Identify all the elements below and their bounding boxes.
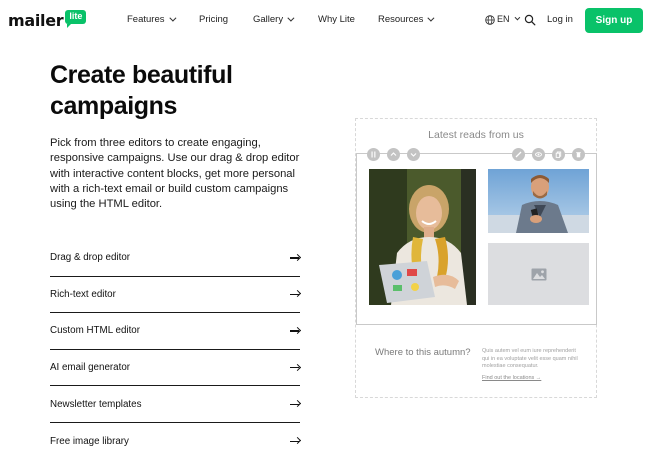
delete-icon[interactable] — [572, 148, 585, 161]
teaser-link[interactable]: Find out the locations → — [482, 375, 541, 381]
top-navigation: mailer lite Features Pricing Gallery Why… — [0, 0, 650, 42]
chevron-down-icon — [168, 14, 176, 22]
feature-link-drag-drop-editor[interactable]: Drag & drop editor — [50, 240, 300, 277]
arrow-right-icon — [290, 364, 300, 372]
nav-item-gallery[interactable]: Gallery — [253, 14, 295, 25]
arrow-right-icon — [290, 290, 300, 298]
hero-description: Pick from three editors to create engagi… — [50, 137, 300, 211]
nav-item-features[interactable]: Features — [127, 14, 176, 25]
arrow-right-icon — [290, 400, 300, 408]
logo-badge: lite — [65, 10, 87, 28]
chevron-down-icon — [287, 14, 295, 22]
feature-label: Drag & drop editor — [50, 252, 131, 264]
nav-item-label: Pricing — [199, 14, 229, 25]
feature-link-free-image-library[interactable]: Free image library — [50, 423, 300, 460]
feature-link-custom-html-editor[interactable]: Custom HTML editor — [50, 313, 300, 350]
image-icon — [531, 268, 546, 280]
language-label: EN — [497, 14, 510, 24]
move-down-icon[interactable] — [407, 148, 420, 161]
nav-item-label: Features — [127, 14, 165, 25]
globe-icon[interactable] — [485, 15, 495, 25]
feature-label: Custom HTML editor — [50, 325, 141, 337]
login-link[interactable]: Log in — [547, 14, 573, 25]
arrow-right-icon — [290, 254, 300, 262]
logo-wordmark: mailer — [8, 11, 64, 30]
preview-eye-icon[interactable] — [532, 148, 545, 161]
nav-item-label: Gallery — [253, 14, 284, 25]
teaser-body: Quis autem vel eum iure reprehenderit qu… — [482, 348, 578, 369]
move-up-icon[interactable] — [387, 148, 400, 161]
nav-item-pricing[interactable]: Pricing — [199, 14, 228, 25]
nav-item-resources[interactable]: Resources — [378, 14, 435, 25]
arrow-right-icon — [290, 327, 300, 335]
nav-item-label: Why Lite — [318, 14, 355, 25]
chevron-down-icon — [427, 14, 435, 22]
editor-feature-list: Drag & drop editor Rich-text editor Cust… — [50, 240, 300, 460]
feature-label: Newsletter templates — [50, 398, 142, 410]
image-placeholder[interactable] — [488, 243, 589, 305]
preview-heading: Latest reads from us — [428, 129, 524, 141]
man-with-phone-photo[interactable] — [488, 169, 589, 233]
feature-label: Rich-text editor — [50, 288, 116, 300]
mailerlite-logo[interactable]: mailer lite — [8, 10, 87, 32]
page-title: Create beautiful campaigns — [50, 61, 233, 120]
search-icon[interactable] — [524, 14, 536, 26]
feature-link-ai-email-generator[interactable]: AI email generator — [50, 350, 300, 387]
drag-handle-icon[interactable] — [367, 148, 380, 161]
content-block-selected[interactable] — [356, 148, 597, 325]
feature-link-rich-text-editor[interactable]: Rich-text editor — [50, 277, 300, 314]
signup-button[interactable]: Sign up — [585, 8, 643, 33]
chevron-down-icon — [514, 14, 520, 21]
nav-item-why-lite[interactable]: Why Lite — [318, 14, 355, 25]
email-editor-preview: Latest reads from us Where to this autum… — [355, 118, 597, 398]
nav-item-label: Resources — [378, 14, 424, 25]
language-selector[interactable]: EN — [497, 14, 520, 24]
duplicate-icon[interactable] — [552, 148, 565, 161]
feature-link-newsletter-templates[interactable]: Newsletter templates — [50, 386, 300, 423]
teaser-title: Where to this autumn? — [375, 347, 471, 358]
feature-label: AI email generator — [50, 362, 131, 374]
feature-label: Free image library — [50, 435, 129, 447]
arrow-right-icon — [290, 437, 300, 445]
woman-with-laptop-photo[interactable] — [369, 169, 476, 305]
edit-icon[interactable] — [512, 148, 525, 161]
